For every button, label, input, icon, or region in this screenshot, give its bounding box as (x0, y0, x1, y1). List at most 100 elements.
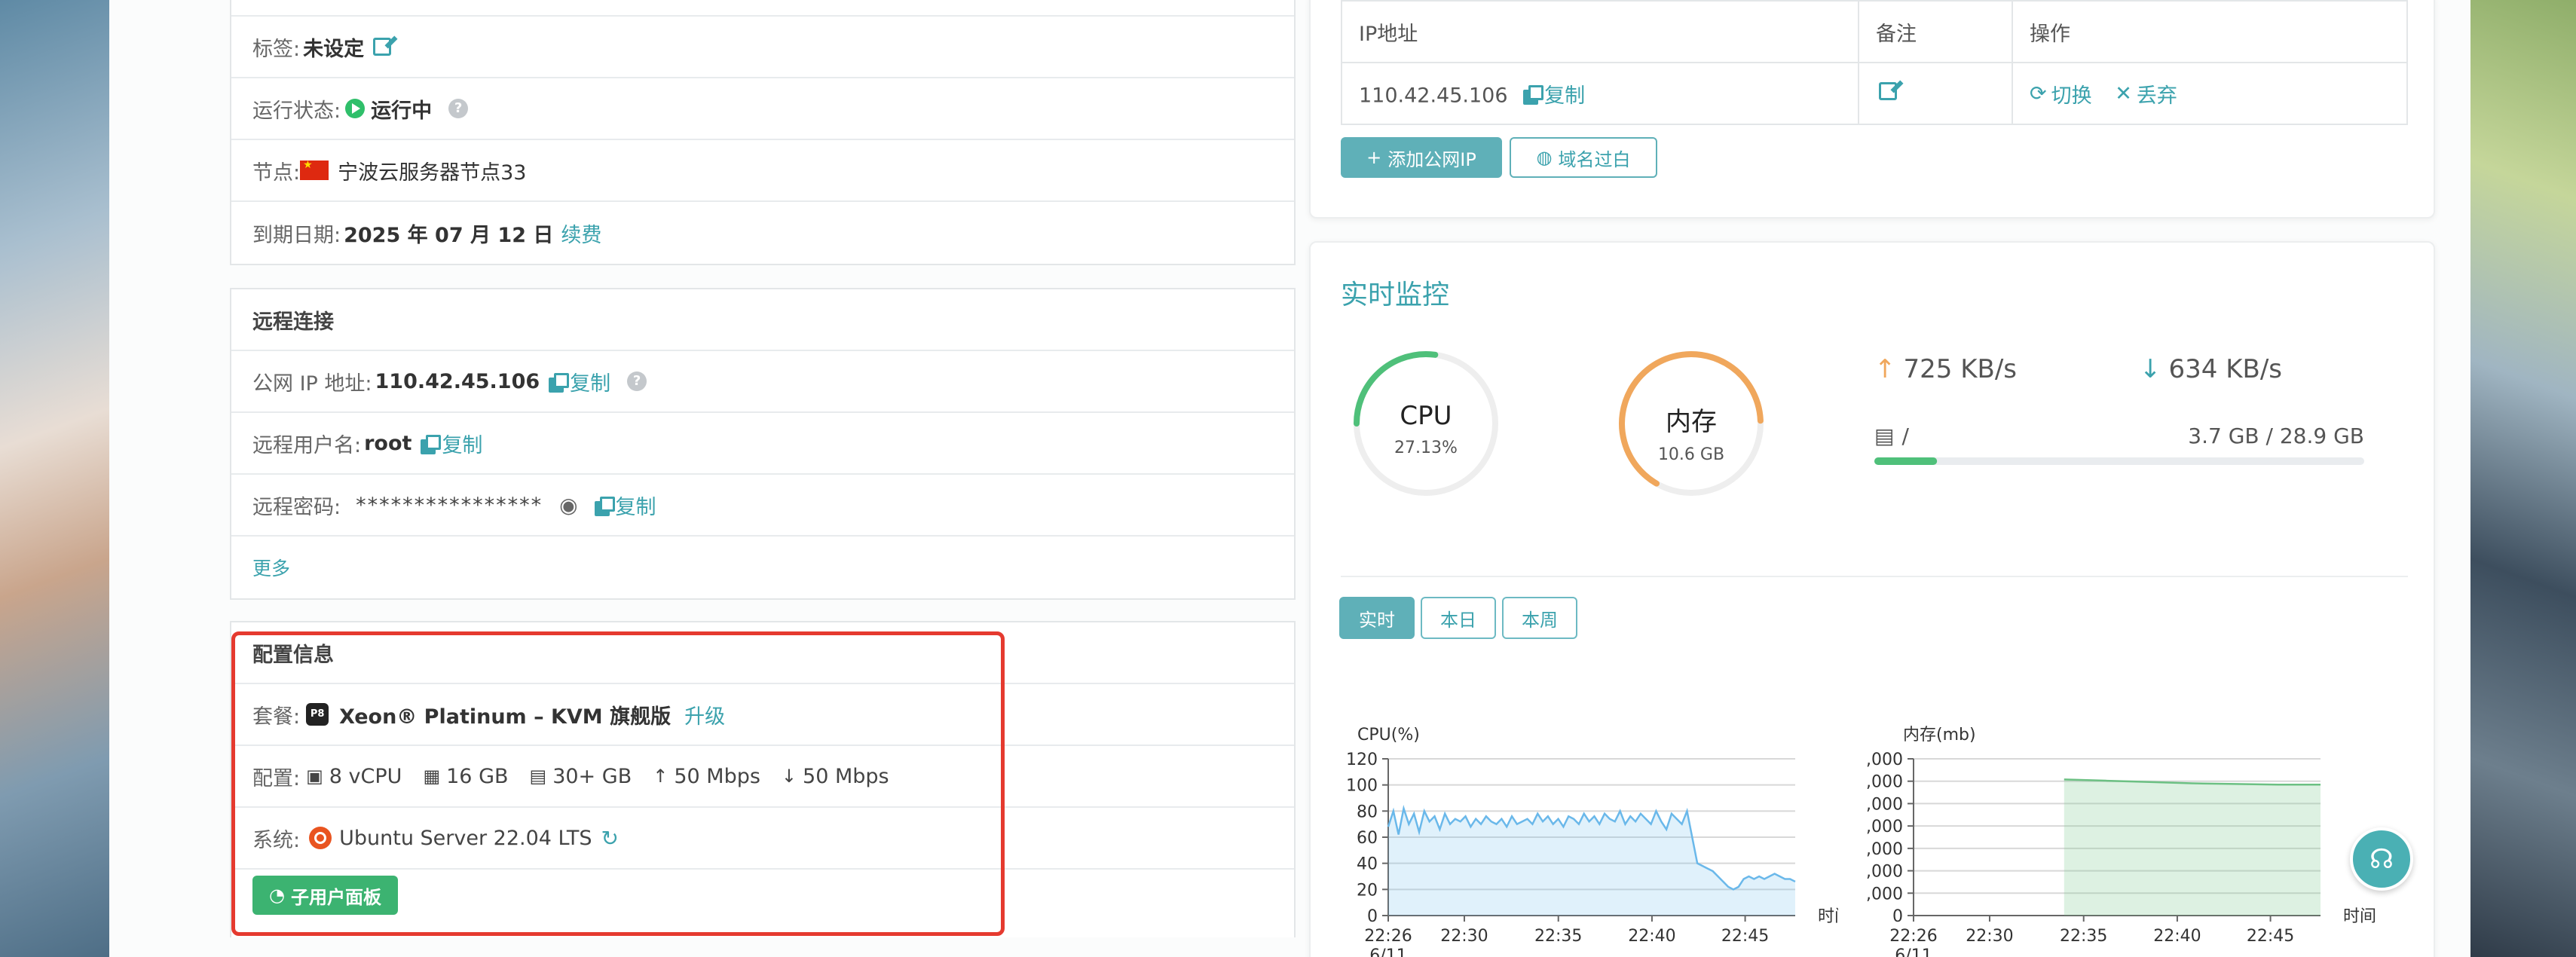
chart-ytick-label: 0 (1892, 907, 1903, 926)
chart-xlabel: 时间 (1818, 907, 1838, 926)
disk-usage: 3.7 GB / 28.9 GB (2188, 423, 2364, 448)
left-column: 标签: 未设定 运行状态: 运行中 ? 节点: 宁波云服务器节点33 到期日期:… (170, 0, 1383, 957)
copy-label: 复制 (615, 495, 656, 519)
add-public-ip-button[interactable]: + 添加公网IP (1341, 137, 1502, 178)
disk-usage-value: 3.7 GB / 28.9 GB (2188, 423, 2364, 448)
upload-value: 50 Mbps (674, 764, 760, 788)
copy-ip-button[interactable]: 复制 (549, 367, 610, 396)
panel-top-row (231, 0, 1294, 17)
cpu-gauge-label: CPU 27.13% (1351, 401, 1501, 457)
table-row: 110.42.45.106 复制 ⟳ 切换 ✕ 丢弃 (1341, 62, 2408, 125)
chart-ytick-label: ,000 (1866, 795, 1903, 814)
mem-spec: ▦ 16 GB (423, 765, 508, 788)
upgrade-link[interactable]: 升级 (684, 700, 725, 729)
config-title-row: 配置信息 (231, 622, 1294, 684)
tab-today[interactable]: 本日 (1421, 597, 1496, 639)
chart-xtick-label: 22:40 (1628, 927, 1675, 946)
chart-ytick-label: ,000 (1866, 840, 1903, 859)
domain-filter-button[interactable]: ◍ 域名过白 (1510, 137, 1657, 178)
arrow-down-icon: ↓ (781, 766, 797, 787)
chart-xtick-label: 22:26 (1889, 927, 1937, 946)
cpu-icon: ▣ (306, 766, 323, 787)
help-icon[interactable]: ? (448, 99, 469, 118)
user-key: 远程用户名: (252, 433, 362, 457)
plus-icon: + (1366, 147, 1382, 168)
subuser-panel-button[interactable]: ◔ 子用户面板 (252, 876, 398, 915)
disk-info: ▤ / (1874, 423, 1909, 448)
copy-user-button[interactable]: 复制 (421, 429, 482, 458)
user-value: root (364, 431, 412, 455)
subuser-row: ◔ 子用户面板 (231, 870, 1294, 937)
disk-bar-fill (1874, 457, 1938, 465)
gauges-svg (1354, 351, 2364, 496)
net-up: ↑ 725 KB/s (1874, 354, 2017, 384)
tab-realtime[interactable]: 实时 (1339, 597, 1415, 639)
remote-title: 远程连接 (252, 310, 334, 334)
subuser-panel-label: 子用户面板 (290, 886, 381, 908)
chart-xtick-label: 22:45 (2247, 927, 2294, 946)
config-panel: 配置信息 套餐: P8 Xeon® Platinum – KVM 旗舰版 升级 … (230, 621, 1296, 937)
os-value: Ubuntu Server 22.04 LTS (339, 826, 592, 850)
chart-ytick-label: 100 (1346, 777, 1378, 796)
copy-ip-button[interactable]: 复制 (1523, 79, 1585, 109)
domain-filter-label: 域名过白 (1558, 148, 1631, 170)
support-chat-button[interactable]: ☊ (2350, 827, 2413, 891)
header-action: 操作 (2012, 0, 2408, 63)
divider (1341, 576, 2408, 577)
os-row: 系统: Ubuntu Server 22.04 LTS ↻ (231, 808, 1294, 870)
chart-xlabel: 时间 (2343, 907, 2376, 926)
help-icon[interactable]: ? (627, 371, 647, 391)
mem-value: 10.6 GB (1657, 445, 1725, 464)
ip-value: 110.42.45.106 (375, 369, 540, 393)
disk-spec: ▤ 30+ GB (530, 765, 632, 788)
net-down: ↓ 634 KB/s (2140, 354, 2282, 384)
background-right (2470, 0, 2576, 957)
chart-ytick-label: ,000 (1866, 818, 1903, 836)
chart-xtick-label: 22:30 (1440, 927, 1488, 946)
discard-button[interactable]: ✕ 丢弃 (2115, 79, 2177, 109)
ip-table: IP地址 备注 操作 110.42.45.106 复制 ⟳ 切换 ✕ 丢弃 (1341, 0, 2408, 125)
ip-value: 110.42.45.106 (1359, 84, 1508, 107)
tag-key: 标签: (252, 37, 301, 61)
arrow-up-icon: ↑ (1874, 354, 1896, 384)
memory-icon: ▦ (423, 766, 441, 787)
spec-key: 配置: (252, 766, 301, 790)
password-row: 远程密码: **************** ◉ 复制 (231, 475, 1294, 537)
expire-row: 到期日期: 2025 年 07 月 12 日 续费 (231, 202, 1294, 264)
reinstall-icon[interactable]: ↻ (601, 826, 618, 851)
china-flag-icon (300, 159, 329, 180)
switch-button[interactable]: ⟳ 切换 (2030, 79, 2092, 109)
edit-tag-button[interactable] (373, 38, 392, 56)
chart-xtick-label: 22:35 (2060, 927, 2107, 946)
expire-key: 到期日期: (252, 223, 341, 247)
note-cell (1858, 62, 2013, 125)
play-icon (345, 99, 366, 118)
chart-ytick-label: ,000 (1866, 885, 1903, 903)
arrow-up-icon: ↑ (653, 766, 668, 787)
password-key: 远程密码: (252, 495, 341, 519)
ubuntu-icon (309, 827, 332, 849)
chart-xtick-label: 22:26 (1364, 927, 1412, 946)
disk-icon: ▤ (529, 766, 547, 787)
plan-value: Xeon® Platinum – KVM 旗舰版 (339, 705, 672, 729)
status-value: 运行中 (371, 99, 433, 123)
disk-bar-track (1874, 457, 2364, 465)
more-link[interactable]: 更多 (252, 554, 290, 581)
mem-value: 16 GB (446, 764, 509, 788)
password-value: **************** (356, 493, 543, 517)
cpu-chart: CPU(%) 0 20 40 60 80 100 120 22:266/11 22:30 22:35… (1346, 726, 1838, 957)
edit-note-button[interactable] (1879, 81, 1897, 100)
tab-week[interactable]: 本周 (1502, 597, 1577, 639)
renew-link[interactable]: 续费 (561, 219, 601, 248)
eye-icon[interactable]: ◉ (559, 493, 577, 518)
chart-xtick-label: 6/11 (1895, 946, 1932, 957)
action-cell: ⟳ 切换 ✕ 丢弃 (2012, 62, 2408, 125)
plan-row: 套餐: P8 Xeon® Platinum – KVM 旗舰版 升级 (231, 684, 1294, 746)
chart-ytick-label: 0 (1367, 907, 1378, 926)
copy-label: 复制 (1544, 84, 1586, 108)
copy-icon (549, 373, 570, 393)
copy-password-button[interactable]: 复制 (594, 491, 656, 520)
chart-ytick-label: ,000 (1866, 773, 1903, 792)
copy-label: 复制 (442, 433, 483, 457)
status-key: 运行状态: (252, 99, 341, 123)
